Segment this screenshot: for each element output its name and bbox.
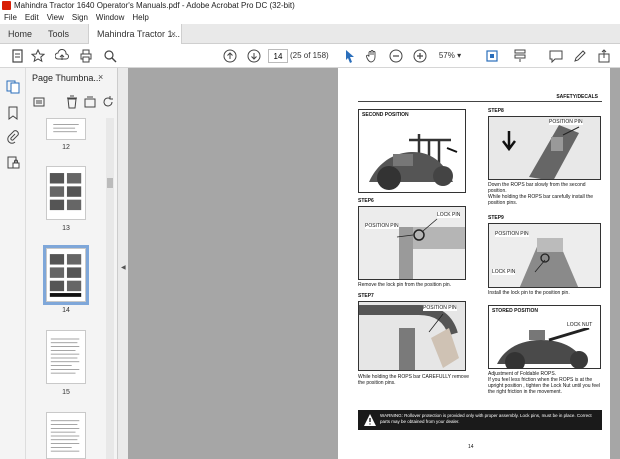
- document-viewport[interactable]: SAFETY/DECALS SECOND POSITION STEP8 POSI…: [128, 68, 620, 459]
- options-menu-icon[interactable]: [32, 94, 48, 110]
- page-number: 14: [468, 444, 474, 450]
- figure-step-6: POSITION PIN LOCK PIN: [358, 206, 466, 280]
- position-pin-label: POSITION PIN: [365, 223, 399, 229]
- warning-triangle-icon: [364, 414, 376, 426]
- thumbnail-label: 12: [62, 144, 70, 151]
- tab-document[interactable]: Mahindra Tractor 1... ×: [88, 24, 182, 44]
- page-header: SAFETY/DECALS: [556, 94, 598, 100]
- thumbnail-page-14[interactable]: [43, 245, 89, 305]
- step-9-description: Install the lock pin to the position pin…: [488, 290, 570, 296]
- thumbnail-page-13[interactable]: [46, 166, 86, 220]
- window-title: Mahindra Tractor 1640 Operator's Manuals…: [14, 1, 295, 10]
- lock-nut-label: LOCK NUT: [567, 322, 593, 328]
- lock-pin-label: LOCK PIN: [437, 212, 461, 218]
- hand-icon[interactable]: [364, 48, 380, 64]
- thumbnail-scrollbar[interactable]: [106, 118, 114, 459]
- security-icon[interactable]: [6, 156, 20, 170]
- stored-position-description: Adjustment of Foldable ROPS. If you feel…: [488, 371, 601, 395]
- header-divider: [358, 101, 602, 102]
- thumbnail-toolbar: [26, 92, 118, 112]
- thumbnails-panel: Page Thumbna... × 12 13 14 15: [26, 68, 118, 459]
- menu-view[interactable]: View: [43, 12, 68, 24]
- menu-bar: File Edit View Sign Window Help: [0, 12, 620, 24]
- chevron-down-icon: ▾: [457, 51, 462, 60]
- delete-icon[interactable]: [64, 94, 80, 110]
- figure-step-7: POSITION PIN: [358, 301, 466, 371]
- upload-icon[interactable]: [54, 48, 70, 64]
- step-8-label: STEP8: [488, 108, 504, 114]
- pen-icon[interactable]: [572, 48, 588, 64]
- menu-file[interactable]: File: [0, 12, 21, 24]
- step-8-description: Down the ROPS bar slowly from the second…: [488, 182, 594, 206]
- toolbar: (25 of 158) 57% ▾: [0, 44, 620, 68]
- figure-step-8: POSITION PIN: [488, 116, 601, 180]
- thumbnail-label: 13: [62, 225, 70, 232]
- attachments-icon[interactable]: [6, 130, 20, 144]
- share-icon[interactable]: [596, 48, 612, 64]
- step-7-description: While holding the ROPS bar CAREFULLY rem…: [358, 374, 469, 386]
- tab-bar: Home Tools Mahindra Tractor 1... ×: [0, 24, 620, 44]
- scroll-mode-icon[interactable]: [512, 48, 528, 64]
- figure-second-position: SECOND POSITION: [358, 109, 466, 193]
- select-arrow-icon[interactable]: [342, 48, 358, 64]
- navigation-rail: [0, 68, 26, 459]
- comment-icon[interactable]: [548, 48, 564, 64]
- step-6-description: Remove the lock pin from the position pi…: [358, 282, 452, 288]
- print-icon[interactable]: [78, 48, 94, 64]
- warning-box: WARNING: Rollover protection is provided…: [358, 410, 602, 430]
- thumbnail-label: 14: [62, 307, 70, 314]
- thumbnail-page-15[interactable]: [46, 330, 86, 384]
- page-down-icon[interactable]: [246, 48, 262, 64]
- position-pin-label: POSITION PIN: [495, 231, 529, 237]
- lock-pin-label: LOCK PIN: [492, 269, 516, 275]
- menu-help[interactable]: Help: [128, 12, 152, 24]
- zoom-out-icon[interactable]: [388, 48, 404, 64]
- close-panel-icon[interactable]: ×: [98, 72, 103, 82]
- step-7-label: STEP7: [358, 293, 374, 299]
- tab-document-label: Mahindra Tractor 1...: [97, 29, 181, 39]
- zoom-level[interactable]: 57% ▾: [435, 49, 465, 63]
- warning-text: WARNING: Rollover protection is provided…: [380, 413, 592, 424]
- close-tab-icon[interactable]: ×: [171, 24, 176, 44]
- title-bar: Mahindra Tractor 1640 Operator's Manuals…: [0, 0, 620, 12]
- step-6-label: STEP6: [358, 198, 374, 204]
- menu-edit[interactable]: Edit: [21, 12, 43, 24]
- page-count: (25 of 158): [290, 51, 329, 60]
- menu-window[interactable]: Window: [92, 12, 128, 24]
- thumbnail-page-12[interactable]: [46, 118, 86, 140]
- collapse-panel-icon[interactable]: ◀: [121, 264, 126, 271]
- search-zoom-icon[interactable]: [102, 48, 118, 64]
- figure-stored-position: STORED POSITION LOCK NUT: [488, 305, 601, 369]
- figure-step-9: POSITION PIN LOCK PIN: [488, 223, 601, 288]
- position-pin-label: POSITION PIN: [423, 305, 457, 311]
- panel-title: Page Thumbna...: [32, 73, 101, 83]
- thumbnail-page-16[interactable]: [46, 412, 86, 459]
- tab-tools[interactable]: Tools: [48, 24, 69, 44]
- step-9-label: STEP9: [488, 215, 504, 221]
- rotate-page-icon[interactable]: [82, 94, 98, 110]
- create-icon[interactable]: [10, 48, 26, 64]
- tab-home[interactable]: Home: [8, 24, 32, 44]
- panel-splitter[interactable]: ◀: [118, 68, 128, 459]
- position-pin-label: POSITION PIN: [549, 119, 583, 125]
- rotate-icon[interactable]: [100, 94, 116, 110]
- zoom-in-icon[interactable]: [412, 48, 428, 64]
- zoom-level-text: 57%: [438, 51, 455, 60]
- page-thumbnails-icon[interactable]: [6, 80, 20, 94]
- bookmark-star-icon[interactable]: [30, 48, 46, 64]
- page-up-icon[interactable]: [222, 48, 238, 64]
- fit-page-icon[interactable]: [484, 48, 500, 64]
- menu-sign[interactable]: Sign: [68, 12, 92, 24]
- page-number-input[interactable]: [268, 49, 288, 63]
- bookmarks-icon[interactable]: [6, 106, 20, 120]
- pdf-page: SAFETY/DECALS SECOND POSITION STEP8 POSI…: [338, 68, 610, 459]
- thumbnail-label: 15: [62, 389, 70, 396]
- scrollbar-thumb[interactable]: [107, 178, 113, 188]
- acrobat-logo-icon: [2, 1, 11, 10]
